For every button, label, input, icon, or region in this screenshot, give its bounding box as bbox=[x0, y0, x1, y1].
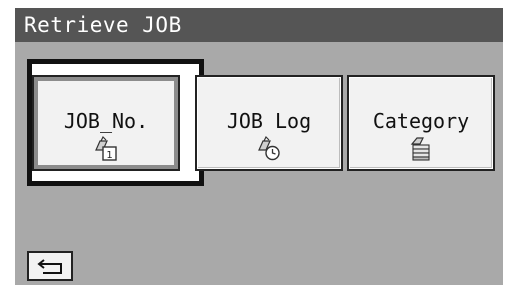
job-log-icon bbox=[258, 135, 280, 161]
job-log-label: JOB Log bbox=[226, 109, 312, 133]
back-button[interactable] bbox=[27, 251, 73, 281]
job-log-button[interactable]: JOB Log bbox=[195, 75, 343, 171]
svg-text:1: 1 bbox=[106, 150, 112, 161]
page-title: Retrieve JOB bbox=[24, 13, 182, 37]
job-number-label: JOB_No. bbox=[63, 109, 149, 133]
category-label: Category bbox=[372, 109, 470, 133]
screen: Retrieve JOB JOB_No. 1 JOB Log Category bbox=[15, 8, 503, 285]
job-number-button[interactable]: JOB_No. 1 bbox=[32, 75, 180, 171]
category-icon bbox=[410, 137, 430, 161]
category-button[interactable]: Category bbox=[347, 75, 495, 171]
title-bar: Retrieve JOB bbox=[15, 8, 503, 42]
return-arrow-icon bbox=[37, 259, 62, 274]
job-number-icon: 1 bbox=[95, 135, 117, 161]
